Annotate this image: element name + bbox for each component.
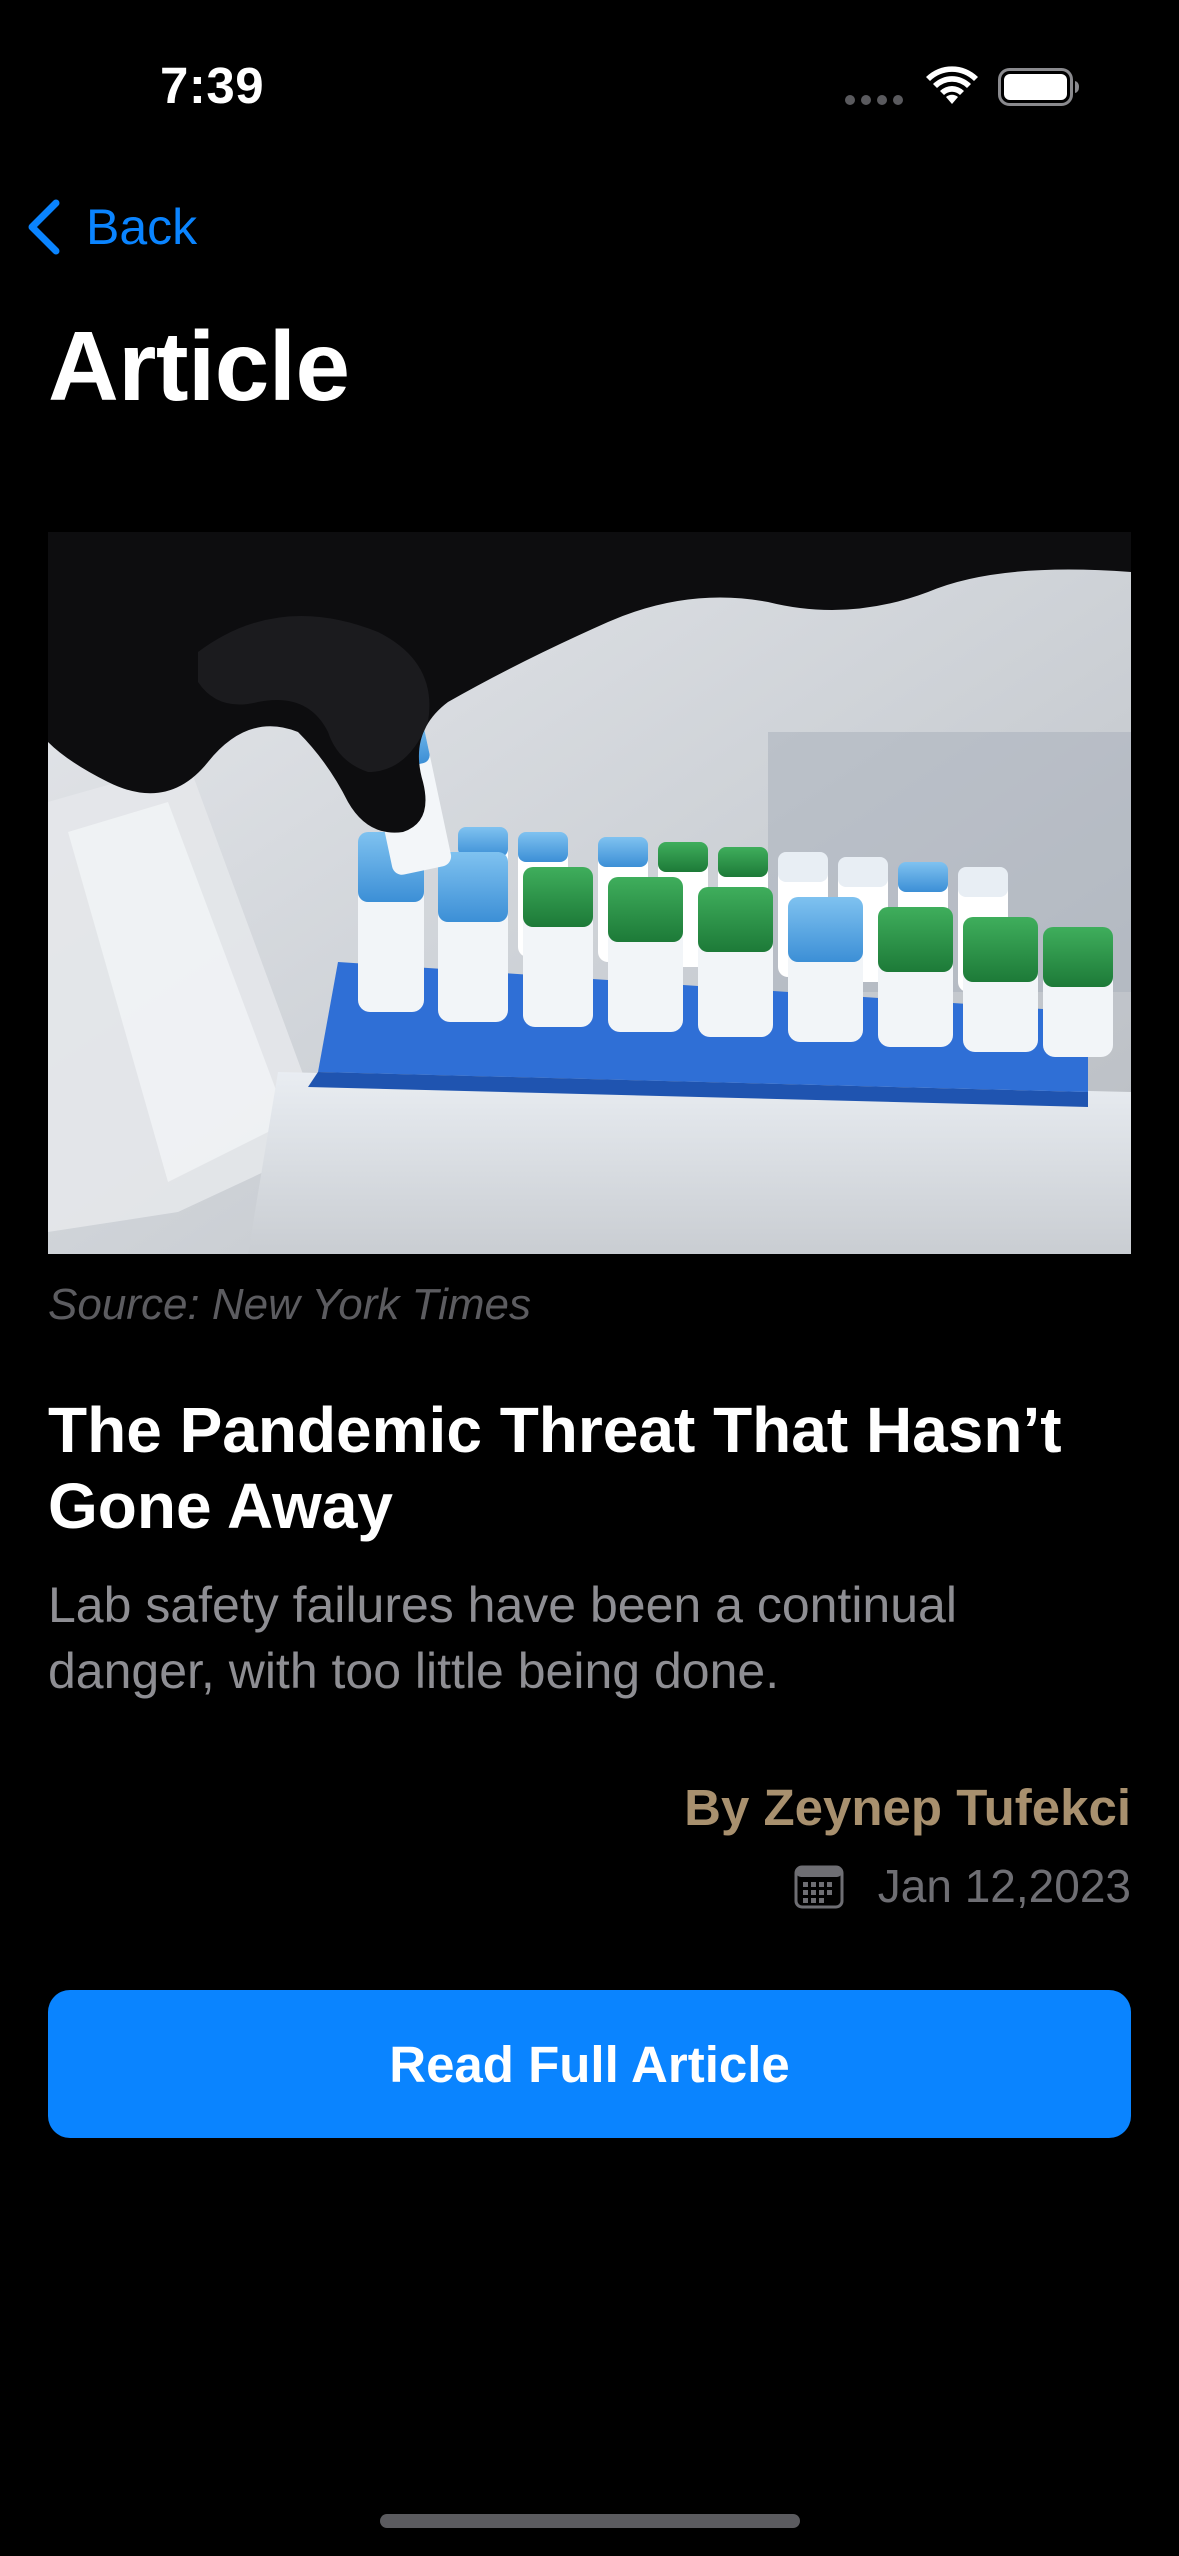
article-headline: The Pandemic Threat That Hasn’t Gone Awa… (48, 1394, 1062, 1542)
page-title: Article (48, 311, 350, 421)
back-label: Back (86, 199, 198, 255)
calendar-icon (794, 1865, 844, 1909)
read-full-article-label: Read Full Article (389, 2035, 790, 2093)
lab-vials-photo (48, 532, 1131, 1254)
cellular-signal-icon (845, 95, 903, 105)
article-date-row: Jan 12,2023 (794, 1858, 1131, 1914)
chevron-left-icon (28, 199, 60, 255)
back-button[interactable]: Back (24, 192, 197, 262)
home-indicator[interactable] (380, 2514, 800, 2528)
article-subheadline: Lab safety failures have been a continua… (48, 1577, 957, 1699)
status-time: 7:39 (160, 57, 265, 114)
battery-icon (998, 68, 1079, 106)
article-image (48, 532, 1131, 1254)
read-full-article-button[interactable]: Read Full Article (48, 1990, 1131, 2138)
article-source: Source: New York Times (48, 1280, 531, 1329)
article-byline: By Zeynep Tufekci (684, 1779, 1131, 1836)
status-bar: 7:39 (0, 0, 1179, 150)
wifi-icon (926, 66, 978, 104)
article-date: Jan 12,2023 (877, 1860, 1131, 1912)
